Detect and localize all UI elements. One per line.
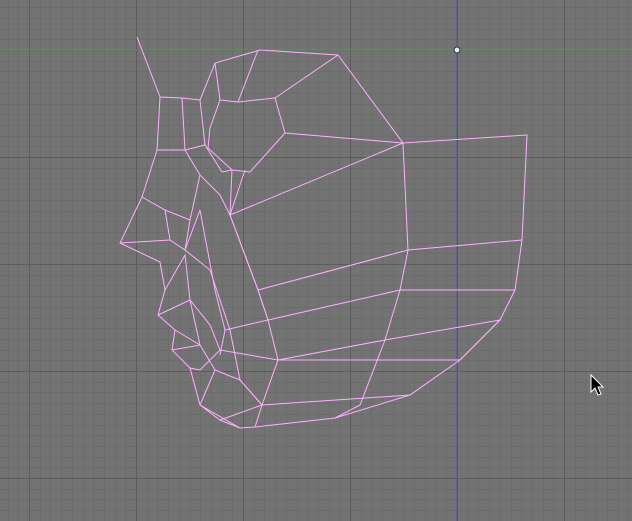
mesh-edge-loop <box>157 299 216 406</box>
mesh-edge-loop <box>219 49 404 144</box>
mesh-edge-loop <box>199 404 263 429</box>
grid-minor <box>0 0 632 521</box>
mesh-edge-loop <box>119 174 201 251</box>
mesh-edge-loop <box>181 62 286 173</box>
mesh-edge-loop <box>257 289 515 321</box>
viewport-canvas[interactable] <box>0 0 632 521</box>
3d-viewport[interactable] <box>0 0 632 521</box>
grid-major <box>0 0 632 521</box>
origin-pivot-dot[interactable] <box>453 46 461 54</box>
mesh-edge-loop <box>199 209 226 356</box>
